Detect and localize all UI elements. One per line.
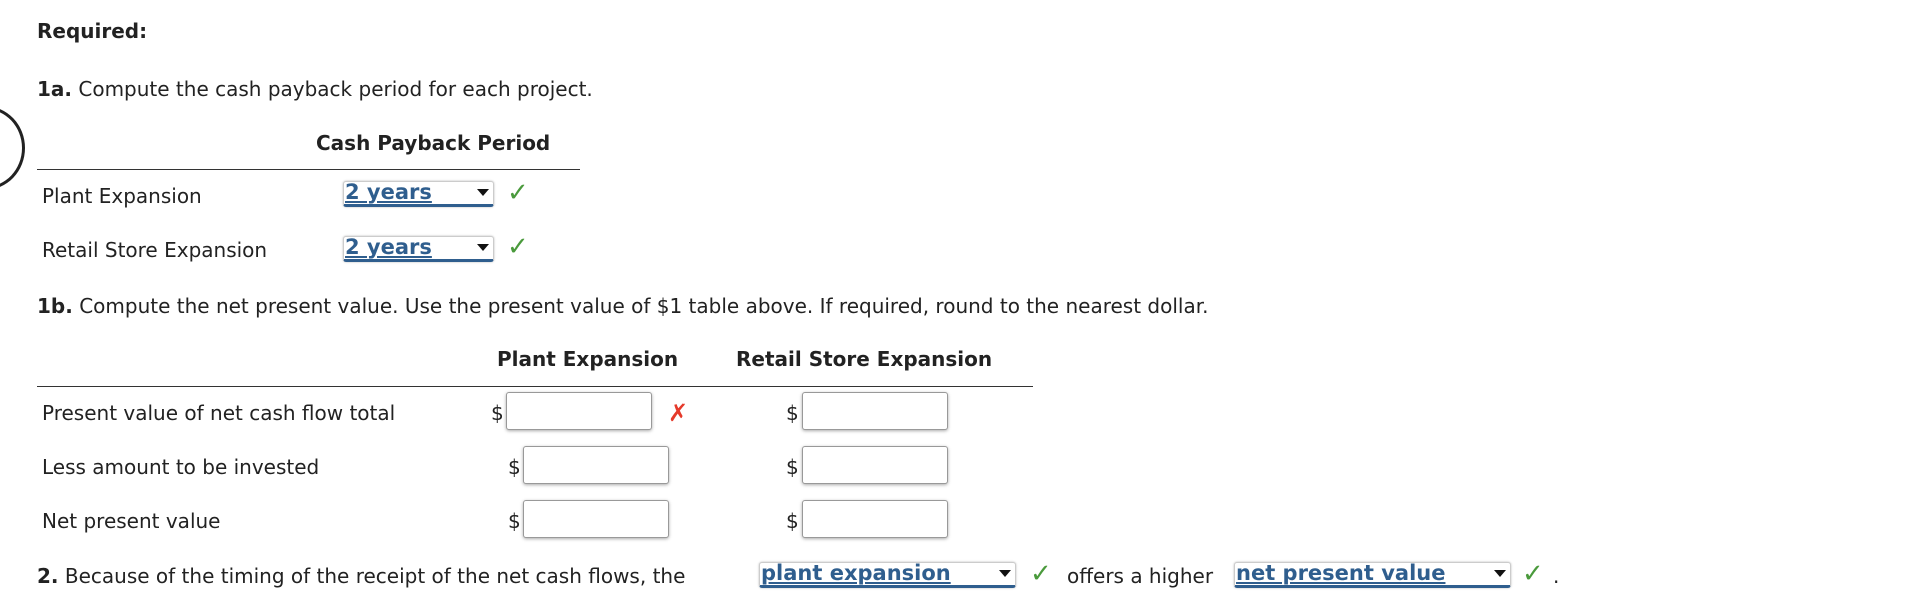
- retail-expansion-header: Retail Store Expansion: [736, 347, 993, 371]
- retail-pv-input[interactable]: [802, 392, 948, 430]
- plant-expansion-header: Plant Expansion: [497, 347, 679, 371]
- question-1b: 1b. Compute the net present value. Use t…: [37, 294, 1208, 318]
- question-number: 1a.: [37, 77, 73, 101]
- question-1a: 1a. Compute the cash payback period for …: [37, 77, 593, 101]
- question-number: 1b.: [37, 294, 73, 318]
- required-heading: Required:: [37, 19, 148, 43]
- dollar-sign: $: [786, 455, 799, 479]
- incorrect-x-icon: ✗: [668, 399, 689, 427]
- retail-npv-input[interactable]: [802, 500, 948, 538]
- circle-arc-decoration: [0, 106, 25, 190]
- row-label: Net present value: [42, 509, 221, 533]
- sentence-period: .: [1553, 564, 1560, 588]
- question-text: Compute the net present value. Use the p…: [79, 294, 1209, 318]
- dollar-sign: $: [508, 455, 521, 479]
- chevron-down-icon: [1494, 570, 1506, 577]
- plant-pv-input[interactable]: [506, 392, 652, 430]
- correct-check-icon: ✓: [1030, 559, 1052, 589]
- question-text: Because of the timing of the receipt of …: [64, 564, 686, 588]
- project-select[interactable]: plant expansion: [759, 562, 1016, 588]
- question-text: Compute the cash payback period for each…: [78, 77, 593, 101]
- plant-npv-input[interactable]: [523, 500, 669, 538]
- question-number: 2.: [37, 564, 59, 588]
- plant-payback-select[interactable]: 2 years: [343, 181, 494, 207]
- dollar-sign: $: [508, 509, 521, 533]
- correct-check-icon: ✓: [507, 178, 529, 208]
- row-label: Present value of net cash flow total: [42, 401, 396, 425]
- header-divider: [37, 386, 1033, 387]
- row-label: Retail Store Expansion: [42, 238, 268, 262]
- question-text: offers a higher: [1067, 564, 1214, 588]
- cash-payback-header: Cash Payback Period: [316, 131, 551, 155]
- header-divider: [37, 169, 580, 170]
- row-label: Less amount to be invested: [42, 455, 320, 479]
- correct-check-icon: ✓: [1522, 559, 1544, 589]
- chevron-down-icon: [999, 570, 1011, 577]
- correct-check-icon: ✓: [507, 232, 529, 262]
- dollar-sign: $: [786, 509, 799, 533]
- plant-invested-input[interactable]: [523, 446, 669, 484]
- dollar-sign: $: [491, 401, 504, 425]
- question-2: 2. Because of the timing of the receipt …: [37, 564, 685, 588]
- retail-invested-input[interactable]: [802, 446, 948, 484]
- retail-payback-select[interactable]: 2 years: [343, 236, 494, 262]
- chevron-down-icon: [477, 189, 489, 196]
- measure-select[interactable]: net present value: [1234, 562, 1511, 588]
- dollar-sign: $: [786, 401, 799, 425]
- chevron-down-icon: [477, 244, 489, 251]
- row-label: Plant Expansion: [42, 184, 202, 208]
